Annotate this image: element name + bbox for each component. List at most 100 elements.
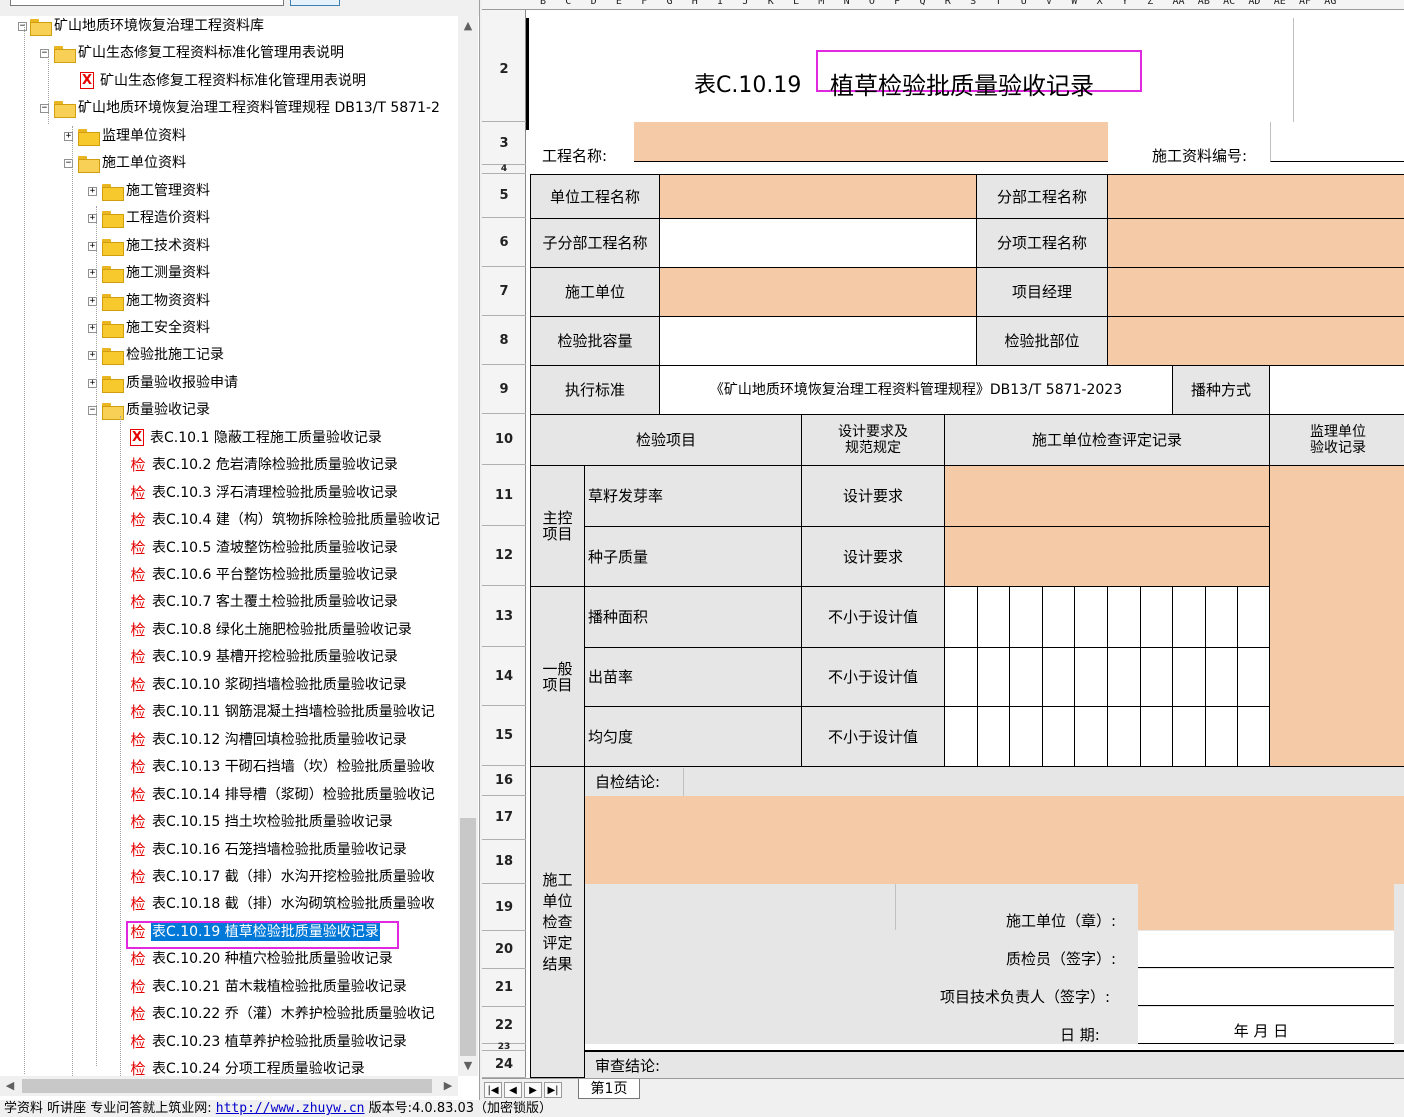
row-number[interactable]: 23 xyxy=(482,1042,526,1052)
measurement-cell[interactable] xyxy=(1009,586,1043,648)
column-letter[interactable]: D xyxy=(591,0,597,8)
column-letter[interactable]: AD xyxy=(1248,0,1260,8)
batch-capacity-input[interactable] xyxy=(659,316,977,366)
tree-item[interactable]: 检表C.10.10 浆砌挡墙检验批质量验收记录 xyxy=(128,672,408,698)
measurement-cell[interactable] xyxy=(1074,706,1108,767)
column-letter[interactable]: U xyxy=(1021,0,1027,8)
search-input[interactable] xyxy=(10,0,284,6)
measurement-cell[interactable] xyxy=(1009,706,1043,767)
measurement-cell[interactable] xyxy=(1204,586,1239,648)
measurement-cell[interactable] xyxy=(944,647,978,707)
column-letter[interactable]: F xyxy=(641,0,647,8)
row-number[interactable]: 6 xyxy=(482,218,526,267)
measurement-cell[interactable] xyxy=(1009,647,1043,707)
row-number[interactable]: 22 xyxy=(482,1007,526,1044)
tree-item[interactable]: 检表C.10.13 干砌石挡墙（坎）检验批质量验收 xyxy=(128,754,436,780)
row-number[interactable]: 13 xyxy=(482,586,526,647)
tree-item[interactable]: 检表C.10.2 危岩清除检验批质量验收记录 xyxy=(128,452,399,478)
tree-item[interactable]: 检表C.10.4 建（构）筑物拆除检验批质量验收记 xyxy=(128,507,441,533)
measurement-cell[interactable] xyxy=(1237,647,1271,707)
measurement-cell[interactable] xyxy=(1172,706,1206,767)
column-letter[interactable]: AB xyxy=(1198,0,1210,8)
column-letter[interactable]: I xyxy=(717,0,723,8)
row-number[interactable]: 18 xyxy=(482,840,526,884)
tree-item[interactable]: 检表C.10.9 基槽开挖检验批质量验收记录 xyxy=(128,644,399,670)
measurement-cell[interactable] xyxy=(1041,706,1076,767)
unit-project-input[interactable] xyxy=(659,174,977,219)
row-number[interactable]: 8 xyxy=(482,316,526,365)
tree-item[interactable]: 检表C.10.3 浮石清理检验批质量验收记录 xyxy=(128,480,399,506)
column-letter[interactable]: W xyxy=(1071,0,1077,8)
measurement-cell[interactable] xyxy=(976,586,1011,648)
seed-quality-record-input[interactable] xyxy=(944,526,1270,587)
self-check-input[interactable] xyxy=(585,796,1404,884)
tree-item[interactable]: 检表C.10.11 钢筋混凝土挡墙检验批质量验收记 xyxy=(128,699,436,725)
tree-item[interactable]: 检表C.10.5 渣坡整饬检验批质量验收记录 xyxy=(128,535,399,561)
tree-item[interactable]: 质量验收报验申请 xyxy=(102,370,239,396)
scroll-right-icon[interactable]: ▶ xyxy=(438,1076,458,1096)
measurement-cell[interactable] xyxy=(1041,647,1076,707)
row-number[interactable]: 9 xyxy=(482,365,526,414)
tree-item[interactable]: 质量验收记录 xyxy=(102,397,211,423)
row-number[interactable]: 2 xyxy=(482,18,526,122)
tree-item[interactable]: 施工安全资料 xyxy=(102,315,211,341)
row-number[interactable]: 10 xyxy=(482,414,526,465)
tree-item[interactable]: 检表C.10.12 沟槽回填检验批质量验收记录 xyxy=(128,727,408,753)
column-letter[interactable]: H xyxy=(692,0,698,8)
tree-item[interactable]: 检验批施工记录 xyxy=(102,342,225,368)
column-letter[interactable]: L xyxy=(793,0,799,8)
row-number[interactable]: 24 xyxy=(482,1051,526,1078)
row-number[interactable]: 20 xyxy=(482,931,526,969)
germination-record-input[interactable] xyxy=(944,465,1270,527)
column-letter[interactable]: AA xyxy=(1173,0,1185,8)
column-letter[interactable]: J xyxy=(742,0,748,8)
row-number[interactable]: 19 xyxy=(482,884,526,931)
tree-item[interactable]: 矿山地质环境恢复治理工程资料管理规程 DB13/T 5871-2 xyxy=(54,95,441,121)
tree-item[interactable]: 施工管理资料 xyxy=(102,178,211,204)
scroll-thumb[interactable] xyxy=(22,1079,432,1093)
measurement-cell[interactable] xyxy=(1041,586,1076,648)
column-letter[interactable]: C xyxy=(565,0,571,8)
measurement-cell[interactable] xyxy=(1237,706,1271,767)
column-letter[interactable]: P xyxy=(894,0,900,8)
column-letter[interactable]: Z xyxy=(1147,0,1153,8)
row-number[interactable]: 12 xyxy=(482,526,526,586)
next-sheet-icon[interactable]: ▶ xyxy=(524,1082,542,1098)
measurement-cell[interactable] xyxy=(1237,586,1271,648)
search-button[interactable] xyxy=(290,0,340,6)
measurement-cell[interactable] xyxy=(1139,647,1174,707)
column-letter[interactable]: AC xyxy=(1223,0,1235,8)
measurement-cell[interactable] xyxy=(976,706,1011,767)
row-number[interactable]: 16 xyxy=(482,766,526,796)
measurement-cell[interactable] xyxy=(1107,586,1141,648)
tree-item[interactable]: X 表C.10.1 隐蔽工程施工质量验收记录 xyxy=(128,425,383,451)
column-letter[interactable]: Y xyxy=(1122,0,1128,8)
measurement-cell[interactable] xyxy=(1107,706,1141,767)
row-number[interactable]: 14 xyxy=(482,647,526,706)
measurement-cell[interactable] xyxy=(1074,647,1108,707)
last-sheet-icon[interactable]: ▶| xyxy=(544,1082,562,1098)
measurement-cell[interactable] xyxy=(1074,586,1108,648)
sowing-method-input[interactable] xyxy=(1269,365,1404,415)
tree-item[interactable]: 检表C.10.23 植草养护检验批质量验收记录 xyxy=(128,1029,408,1055)
tree-item[interactable]: 施工物资资料 xyxy=(102,288,211,314)
sheet-tab-page1[interactable]: 第1页 xyxy=(578,1079,640,1099)
tree-item[interactable]: 矿山地质环境恢复治理工程资料库 xyxy=(30,16,265,39)
measurement-cell[interactable] xyxy=(1139,706,1174,767)
measurement-cell[interactable] xyxy=(944,586,978,648)
row-number[interactable]: 4 xyxy=(482,164,526,174)
seal-input[interactable] xyxy=(1138,884,1394,930)
sub-item-input[interactable] xyxy=(1107,218,1404,268)
tree-item[interactable]: 检表C.10.18 截（排）水沟砌筑检验批质量验收 xyxy=(128,891,436,917)
tree-item[interactable]: 工程造价资料 xyxy=(102,205,211,231)
column-letter[interactable]: R xyxy=(945,0,951,8)
first-sheet-icon[interactable]: |◀ xyxy=(484,1082,502,1098)
batch-location-input[interactable] xyxy=(1107,316,1404,366)
tree-item[interactable]: 检表C.10.17 截（排）水沟开挖检验批质量验收 xyxy=(128,864,436,890)
row-number[interactable]: 5 xyxy=(482,174,526,218)
date-input[interactable]: 年 月 日 xyxy=(1138,1007,1394,1044)
tree-item[interactable]: 施工单位资料 xyxy=(78,150,187,176)
column-letter[interactable]: M xyxy=(818,0,824,8)
tree-item[interactable]: 施工测量资料 xyxy=(102,260,211,286)
scroll-thumb[interactable] xyxy=(460,818,476,1056)
